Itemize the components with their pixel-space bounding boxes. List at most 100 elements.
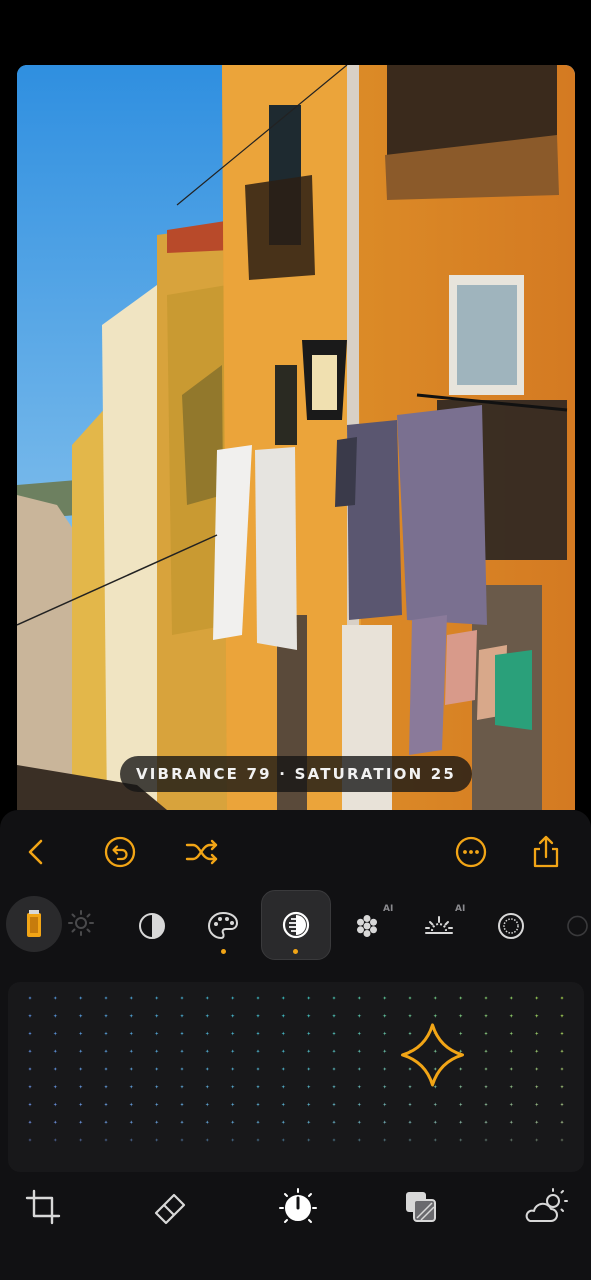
grid-dot xyxy=(230,1013,235,1018)
share-button[interactable] xyxy=(524,830,568,874)
grid-dot xyxy=(433,995,438,1001)
grid-dot xyxy=(407,1031,413,1036)
grid-dot xyxy=(179,995,185,1001)
grid-dot xyxy=(357,1031,362,1036)
more-options-button[interactable] xyxy=(449,830,493,874)
grid-dot xyxy=(509,995,514,1001)
adjust-tab-active[interactable] xyxy=(276,1185,320,1229)
grid-dot xyxy=(255,995,261,1001)
grid-dot xyxy=(534,1049,539,1054)
grid-dot xyxy=(230,1049,235,1054)
grid-dot xyxy=(306,1049,311,1054)
more-circle-icon xyxy=(455,836,487,868)
grid-dot xyxy=(281,1084,286,1089)
grid-dot xyxy=(255,1102,261,1107)
grid-dot xyxy=(129,1066,134,1072)
ai-badge: AI xyxy=(455,904,466,914)
grid-dot xyxy=(433,1013,438,1018)
shuffle-button[interactable] xyxy=(180,830,224,874)
grid-dot xyxy=(154,1066,159,1072)
grid-dot xyxy=(382,1102,387,1107)
crop-tab[interactable] xyxy=(21,1185,65,1229)
grid-dot xyxy=(559,1120,565,1125)
grid-dot xyxy=(154,1084,159,1089)
grid-dot xyxy=(53,1049,58,1054)
grid-dot xyxy=(53,1102,58,1107)
grid-dot xyxy=(103,1049,109,1054)
grid-dot xyxy=(357,1084,362,1089)
grid-dot xyxy=(483,1066,489,1072)
palette-active-dot xyxy=(221,949,226,954)
photo-preview[interactable] xyxy=(17,65,575,810)
grid-dot xyxy=(433,1066,438,1072)
grid-dot xyxy=(407,1066,413,1072)
contrast-icon xyxy=(139,913,165,939)
grid-dot xyxy=(483,1049,489,1054)
grid-dot xyxy=(27,1049,33,1054)
grid-dot xyxy=(230,1120,235,1125)
grid-dot xyxy=(382,1049,387,1054)
grid-dot xyxy=(129,1102,134,1107)
grid-dot xyxy=(53,1120,58,1125)
grid-dot xyxy=(331,1084,337,1089)
crop-icon xyxy=(25,1189,61,1225)
grid-dot xyxy=(179,1084,185,1089)
film-roll-icon xyxy=(27,910,41,937)
grid-dot xyxy=(382,1137,387,1143)
grid-dot xyxy=(129,1137,134,1143)
grid-dot xyxy=(103,1102,109,1107)
grid-dot xyxy=(331,1049,337,1054)
grid-dot xyxy=(483,1031,489,1036)
eraser-tab[interactable] xyxy=(148,1185,192,1229)
grid-dot xyxy=(357,1066,362,1072)
tool-contrast[interactable] xyxy=(124,898,180,954)
grid-dot xyxy=(331,995,337,1001)
grid-dot xyxy=(179,1013,185,1018)
grid-dot xyxy=(458,1066,463,1072)
undo-button[interactable] xyxy=(98,830,142,874)
grid-dot xyxy=(205,1102,210,1107)
grid-dot xyxy=(357,1102,362,1107)
grid-dot xyxy=(407,1102,413,1107)
tool-film-preset[interactable] xyxy=(6,896,62,952)
grid-dot xyxy=(458,1120,463,1125)
grid-position-marker[interactable] xyxy=(401,1023,464,1087)
tool-more-offscreen[interactable] xyxy=(556,898,591,954)
grid-dot xyxy=(534,1084,539,1089)
grid-dot xyxy=(205,1137,210,1143)
grid-dot xyxy=(559,995,565,1001)
grid-dot xyxy=(306,1137,311,1143)
grid-dot xyxy=(559,1084,565,1089)
grid-dot xyxy=(78,1031,83,1036)
grid-dot xyxy=(382,1120,387,1125)
grid-dot xyxy=(458,1013,463,1018)
grid-dot xyxy=(78,1084,83,1089)
grid-dot xyxy=(230,1102,235,1107)
grid-dot xyxy=(433,1102,438,1107)
layers-tab[interactable] xyxy=(399,1185,443,1229)
vibrance-saturation-grid[interactable] xyxy=(8,982,584,1172)
tool-color-palette[interactable] xyxy=(195,898,251,954)
grid-dot xyxy=(483,1084,489,1089)
grid-dot xyxy=(27,1120,33,1125)
grid-dot xyxy=(331,1066,337,1072)
back-button[interactable] xyxy=(14,830,58,874)
street-photo-image xyxy=(17,65,575,810)
grid-dot xyxy=(509,1120,514,1125)
grid-dot xyxy=(534,1013,539,1018)
grid-dot xyxy=(154,1013,159,1018)
tool-exposure[interactable] xyxy=(56,898,106,948)
sunrise-icon xyxy=(425,916,453,934)
grid-dot xyxy=(154,1031,159,1036)
grid-dot xyxy=(281,1120,286,1125)
grid-dot xyxy=(154,995,159,1001)
sky-tab[interactable] xyxy=(521,1185,571,1229)
grid-dot xyxy=(78,1066,83,1072)
grid-dot xyxy=(357,1049,362,1054)
tool-vignette[interactable] xyxy=(483,898,539,954)
grid-dot xyxy=(255,1120,261,1125)
grid-dot xyxy=(433,1049,438,1054)
grid-dot xyxy=(154,1120,159,1125)
grid-dot xyxy=(281,1031,286,1036)
grid-dot xyxy=(509,1102,514,1107)
